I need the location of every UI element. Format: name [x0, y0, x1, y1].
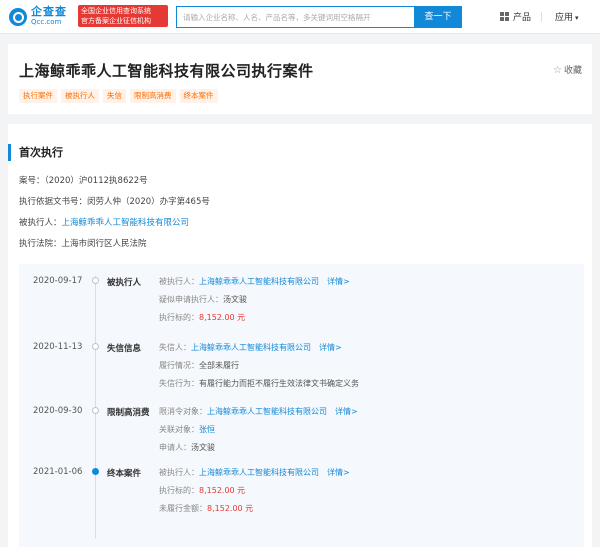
timeline-category: 限制高消费 — [107, 408, 150, 418]
amount-value: 8,152.00 元 — [199, 486, 246, 495]
timeline-field-row: 未履行金额：8,152.00 元 — [159, 503, 253, 514]
logo-domain: Qcc.com — [31, 18, 62, 26]
court-row: 执行法院：上海市闵行区人民法院 — [19, 237, 147, 249]
basis-doc-row: 执行依据文书号：闵劳人仲（2020）办字第465号 — [19, 195, 210, 207]
timeline-dot-icon — [92, 468, 99, 475]
entity-link[interactable]: 上海鲸乖乖人工智能科技有限公司 — [191, 343, 311, 352]
detail-link[interactable]: 详情> — [335, 407, 358, 416]
timeline-field-row: 执行标的：8,152.00 元 — [159, 312, 245, 323]
case-number-value: （2020）沪0112执8622号 — [44, 176, 148, 186]
badge-line-2: 官方备案企业征信机构 — [81, 17, 151, 25]
case-number-row: 案号：（2020）沪0112执8622号 — [19, 174, 148, 186]
nav-products[interactable]: 产品 — [500, 10, 531, 23]
entity-link[interactable]: 张恒 — [199, 425, 215, 434]
timeline-field-row: 疑似申请执行人：汤文骏 — [159, 294, 247, 305]
timeline: 2020-09-17 被执行人 被执行人：上海鲸乖乖人工智能科技有限公司 详情> 疑似申… — [19, 264, 584, 547]
timeline-dot-icon — [92, 407, 99, 414]
field-label: 失信行为： — [159, 379, 199, 388]
detail-link[interactable]: 详情> — [319, 343, 342, 352]
tag-dishonest[interactable]: 失信 — [103, 89, 126, 103]
basis-doc-value: 闵劳人仲（2020）办字第465号 — [87, 197, 210, 207]
header-card: 上海鲸乖乖人工智能科技有限公司执行案件 ☆ 收藏 执行案件 被执行人 失信 限制高… — [8, 44, 592, 114]
court-value: 上海市闵行区人民法院 — [61, 239, 147, 249]
timeline-field-row: 履行情况：全部未履行 — [159, 360, 239, 371]
chevron-down-icon: ▾ — [575, 14, 579, 22]
timeline-field-row: 关联对象：张恒 — [159, 424, 215, 435]
field-value: 汤文骏 — [191, 443, 215, 452]
debtor-row: 被执行人：上海鲸乖乖人工智能科技有限公司 — [19, 216, 189, 228]
nav-divider — [541, 12, 542, 22]
tag-terminated-case[interactable]: 终本案件 — [179, 89, 218, 103]
timeline-field-row: 申请人：汤文骏 — [159, 442, 215, 453]
favorite-label: 收藏 — [563, 66, 582, 76]
badge-line-1: 全国企业信用查询系统 — [81, 7, 151, 15]
search-button[interactable]: 查一下 — [414, 6, 462, 28]
field-label: 关联对象： — [159, 425, 199, 434]
field-value: 全部未履行 — [199, 361, 239, 370]
entity-link[interactable]: 上海鲸乖乖人工智能科技有限公司 — [199, 277, 319, 286]
timeline-date: 2021-01-06 — [33, 467, 83, 477]
timeline-dot-icon — [92, 343, 99, 350]
logo-name: 企查查 — [31, 5, 67, 18]
timeline-field-row: 被执行人：上海鲸乖乖人工智能科技有限公司 详情> — [159, 276, 350, 287]
amount-value: 8,152.00 元 — [207, 504, 254, 513]
field-label: 疑似申请执行人： — [159, 295, 223, 304]
timeline-date: 2020-09-17 — [33, 276, 83, 286]
field-label: 执行标的： — [159, 486, 199, 495]
field-label: 执行标的： — [159, 313, 199, 322]
section-title: 首次执行 — [8, 144, 63, 161]
timeline-category: 失信信息 — [107, 344, 142, 354]
timeline-date: 2020-09-30 — [33, 406, 83, 416]
amount-value: 8,152.00 元 — [199, 313, 246, 322]
nav-apps[interactable]: 应用 ▾ — [555, 10, 579, 23]
search-input[interactable]: 请输入企业名称、人名、产品名等，多关键词用空格隔开 — [176, 6, 414, 28]
top-bar: 企查查 Qcc.com 全国企业信用查询系统 官方备案企业征信机构 请输入企业名… — [0, 0, 600, 34]
case-detail-card: 首次执行 案号：（2020）沪0112执8622号 执行依据文书号：闵劳人仲（2… — [8, 124, 592, 547]
field-label: 履行情况： — [159, 361, 199, 370]
field-value: 有履行能力而拒不履行生效法律文书确定义务 — [199, 379, 359, 388]
timeline-date: 2020-11-13 — [33, 342, 83, 352]
favorite-button[interactable]: ☆ 收藏 — [553, 63, 582, 76]
star-icon: ☆ — [553, 65, 562, 76]
timeline-field-row: 限消令对象：上海鲸乖乖人工智能科技有限公司 详情> — [159, 406, 358, 417]
detail-link[interactable]: 详情> — [327, 468, 350, 477]
field-label: 未履行金额： — [159, 504, 207, 513]
tag-person-subject[interactable]: 被执行人 — [61, 89, 99, 103]
nav-products-label: 产品 — [513, 13, 532, 23]
case-number-label: 案号： — [19, 176, 45, 186]
certification-badge[interactable]: 全国企业信用查询系统 官方备案企业征信机构 — [78, 5, 168, 27]
timeline-field-row: 被执行人：上海鲸乖乖人工智能科技有限公司 详情> — [159, 467, 350, 478]
grid-icon — [500, 12, 509, 21]
field-label: 失信人： — [159, 343, 191, 352]
timeline-field-row: 失信行为：有履行能力而拒不履行生效法律文书确定义务 — [159, 378, 359, 389]
entity-link[interactable]: 上海鲸乖乖人工智能科技有限公司 — [207, 407, 327, 416]
tag-enforcement-case[interactable]: 执行案件 — [19, 89, 57, 103]
timeline-category: 终本案件 — [107, 469, 142, 479]
timeline-dot-icon — [92, 277, 99, 284]
case-tags: 执行案件 被执行人 失信 限制高消费 终本案件 — [19, 89, 218, 103]
debtor-label: 被执行人： — [19, 218, 62, 228]
field-label: 被执行人： — [159, 468, 199, 477]
detail-link[interactable]: 详情> — [327, 277, 350, 286]
entity-link[interactable]: 上海鲸乖乖人工智能科技有限公司 — [199, 468, 319, 477]
logo-icon — [9, 7, 27, 26]
timeline-field-row: 执行标的：8,152.00 元 — [159, 485, 245, 496]
field-label: 申请人： — [159, 443, 191, 452]
page-title: 上海鲸乖乖人工智能科技有限公司执行案件 — [19, 62, 314, 80]
nav-apps-label: 应用 — [555, 13, 574, 23]
tag-consumption-limit[interactable]: 限制高消费 — [130, 89, 176, 103]
timeline-category: 被执行人 — [107, 278, 142, 288]
basis-doc-label: 执行依据文书号： — [19, 197, 88, 207]
timeline-field-row: 失信人：上海鲸乖乖人工智能科技有限公司 详情> — [159, 342, 342, 353]
field-value: 汤文骏 — [223, 295, 247, 304]
debtor-link[interactable]: 上海鲸乖乖人工智能科技有限公司 — [62, 218, 190, 228]
site-logo[interactable]: 企查查 Qcc.com — [9, 6, 67, 27]
field-label: 限消令对象： — [159, 407, 207, 416]
court-label: 执行法院： — [19, 239, 62, 249]
field-label: 被执行人： — [159, 277, 199, 286]
